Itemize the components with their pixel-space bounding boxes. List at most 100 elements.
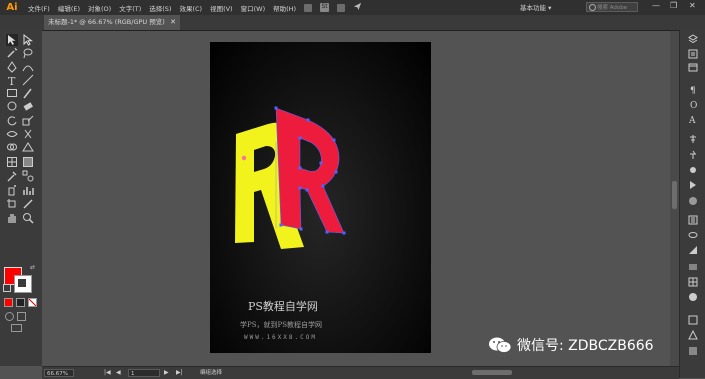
type-tool-icon[interactable]: T [6,74,18,86]
rotate-tool-icon[interactable] [6,115,18,127]
curvature-tool-icon[interactable] [22,61,34,73]
stroke-color-swatch[interactable] [14,275,32,293]
next-artboard-button[interactable]: ▶ [164,368,169,378]
brushes-icon[interactable] [688,165,698,175]
direct-selection-tool-icon[interactable] [22,34,34,46]
first-artboard-button[interactable]: |◀ [104,368,111,378]
shaper-tool-icon[interactable] [6,100,18,112]
rectangle-tool-icon[interactable] [6,87,18,99]
swap-colors-icon[interactable]: ⇄ [30,264,35,271]
menu-edit[interactable]: 编辑(E) [54,3,84,13]
document-tab-title: 未标题-1* @ 66.67% (RGB/GPU 预览) [48,18,165,26]
screen-mode-icon[interactable] [11,324,22,332]
watermark-subtitle: 学PS，就到PS教程自学网 [240,320,322,329]
menu-effect[interactable]: 效果(C) [175,3,206,13]
swatches-icon[interactable] [688,277,698,287]
asset-export-icon[interactable] [688,346,698,356]
eraser-tool-icon[interactable] [22,100,34,112]
previous-artboard-button[interactable]: ◀ [116,368,121,378]
close-window-button[interactable]: ✕ [689,1,696,10]
stock-search-input[interactable]: 搜索 Adobe Stock [586,2,638,21]
gradient-panel-icon[interactable] [688,245,698,255]
stock-icon[interactable]: St [320,3,330,12]
perspective-grid-tool-icon[interactable] [22,141,34,153]
color-mode-icon[interactable] [4,298,13,307]
slice-tool-icon[interactable] [22,198,34,210]
align-icon[interactable] [688,134,698,144]
gradient-tool-icon[interactable] [22,156,34,168]
symbols-icon[interactable] [688,150,698,160]
shape-builder-tool-icon[interactable] [6,141,18,153]
draw-normal-icon[interactable] [5,312,14,321]
pen-tool-icon[interactable] [6,61,18,73]
magic-wand-tool-icon[interactable] [6,47,18,59]
color-panel-icon[interactable] [688,330,698,340]
properties-icon[interactable] [688,49,698,59]
document-tab[interactable]: 未标题-1* @ 66.67% (RGB/GPU 预览) ✕ [44,15,180,30]
eyedropper-tool-icon[interactable] [6,170,18,182]
stroke-panel-icon[interactable] [688,262,698,272]
artwork-svg[interactable]: PS教程自学网 学PS，就到PS教程自学网 WWW.16XX8.COM [210,42,431,353]
menu-view[interactable]: 视图(V) [206,3,237,13]
menu-window[interactable]: 窗口(W) [237,3,270,13]
width-tool-icon[interactable] [6,128,18,140]
lasso-tool-icon[interactable] [22,47,34,59]
send-icon[interactable] [353,2,362,13]
paintbrush-tool-icon[interactable] [22,87,34,99]
horizontal-scroll-thumb[interactable] [472,370,512,375]
zoom-level-field[interactable]: 66.67% [44,369,74,377]
close-tab-icon[interactable]: ✕ [170,15,176,30]
symbol-sprayer-tool-icon[interactable] [6,184,18,196]
actions-icon[interactable] [688,180,698,190]
menu-select[interactable]: 选择(S) [145,3,175,13]
line-segment-tool-icon[interactable] [22,74,34,86]
puppet-warp-tool-icon[interactable] [22,128,34,140]
layers-icon[interactable] [688,34,698,44]
minimize-button[interactable]: — [652,1,660,10]
canvas-area[interactable]: PS教程自学网 学PS，就到PS教程自学网 WWW.16XX8.COM [42,31,670,366]
app-logo: Ai [6,2,18,13]
gradient-mode-icon[interactable] [16,298,25,307]
last-artboard-button[interactable]: ▶| [176,368,183,378]
tools-panel: T ⇄ [0,30,43,366]
grid-icon[interactable] [337,3,346,12]
menu-object[interactable]: 对象(O) [84,3,115,13]
menu-type[interactable]: 文字(T) [115,3,145,13]
selection-tool-icon[interactable] [6,34,18,46]
pathfinder-icon[interactable] [688,292,698,302]
artboard-number: 1 [131,371,135,377]
graphic-styles-icon[interactable] [688,196,698,206]
panel-dock: ¶ O A [679,30,705,378]
vertical-scrollbar[interactable] [670,31,679,366]
red-letter-r[interactable] [276,108,344,233]
maximize-button[interactable]: ❐ [670,1,677,10]
artboard-number-field[interactable]: 1 [128,369,160,377]
blend-tool-icon[interactable] [22,170,34,182]
default-colors-icon[interactable] [3,284,11,292]
opentype-icon[interactable]: O [688,99,698,109]
artboard[interactable]: PS教程自学网 学PS，就到PS教程自学网 WWW.16XX8.COM [210,42,431,353]
column-graph-tool-icon[interactable] [22,184,34,196]
zoom-tool-icon[interactable] [22,212,34,224]
mesh-tool-icon[interactable] [6,156,18,168]
character-icon[interactable]: A [688,114,698,124]
draw-behind-icon[interactable] [17,312,26,321]
vertical-scroll-thumb[interactable] [672,181,677,209]
arrange-docs-icon[interactable] [304,3,313,12]
workspace-switcher[interactable]: 基本功能 ▾ [520,2,551,12]
paragraph-icon[interactable]: ¶ [688,84,698,94]
scale-tool-icon[interactable] [22,115,34,127]
hand-tool-icon[interactable] [6,212,18,224]
libraries-icon[interactable] [688,62,698,72]
appearance-icon[interactable] [688,215,698,225]
svg-text:O: O [690,101,697,109]
svg-text:A: A [688,116,696,124]
transparency-icon[interactable] [688,230,698,240]
center-point [241,155,247,161]
color-guide-icon[interactable] [688,315,698,325]
wechat-watermark: 微信号: ZDBCZB666 [488,334,654,356]
menu-file[interactable]: 文件(F) [24,3,54,13]
none-mode-icon[interactable] [28,298,37,307]
menu-help[interactable]: 帮助(H) [269,3,300,13]
artboard-tool-icon[interactable] [6,198,18,210]
